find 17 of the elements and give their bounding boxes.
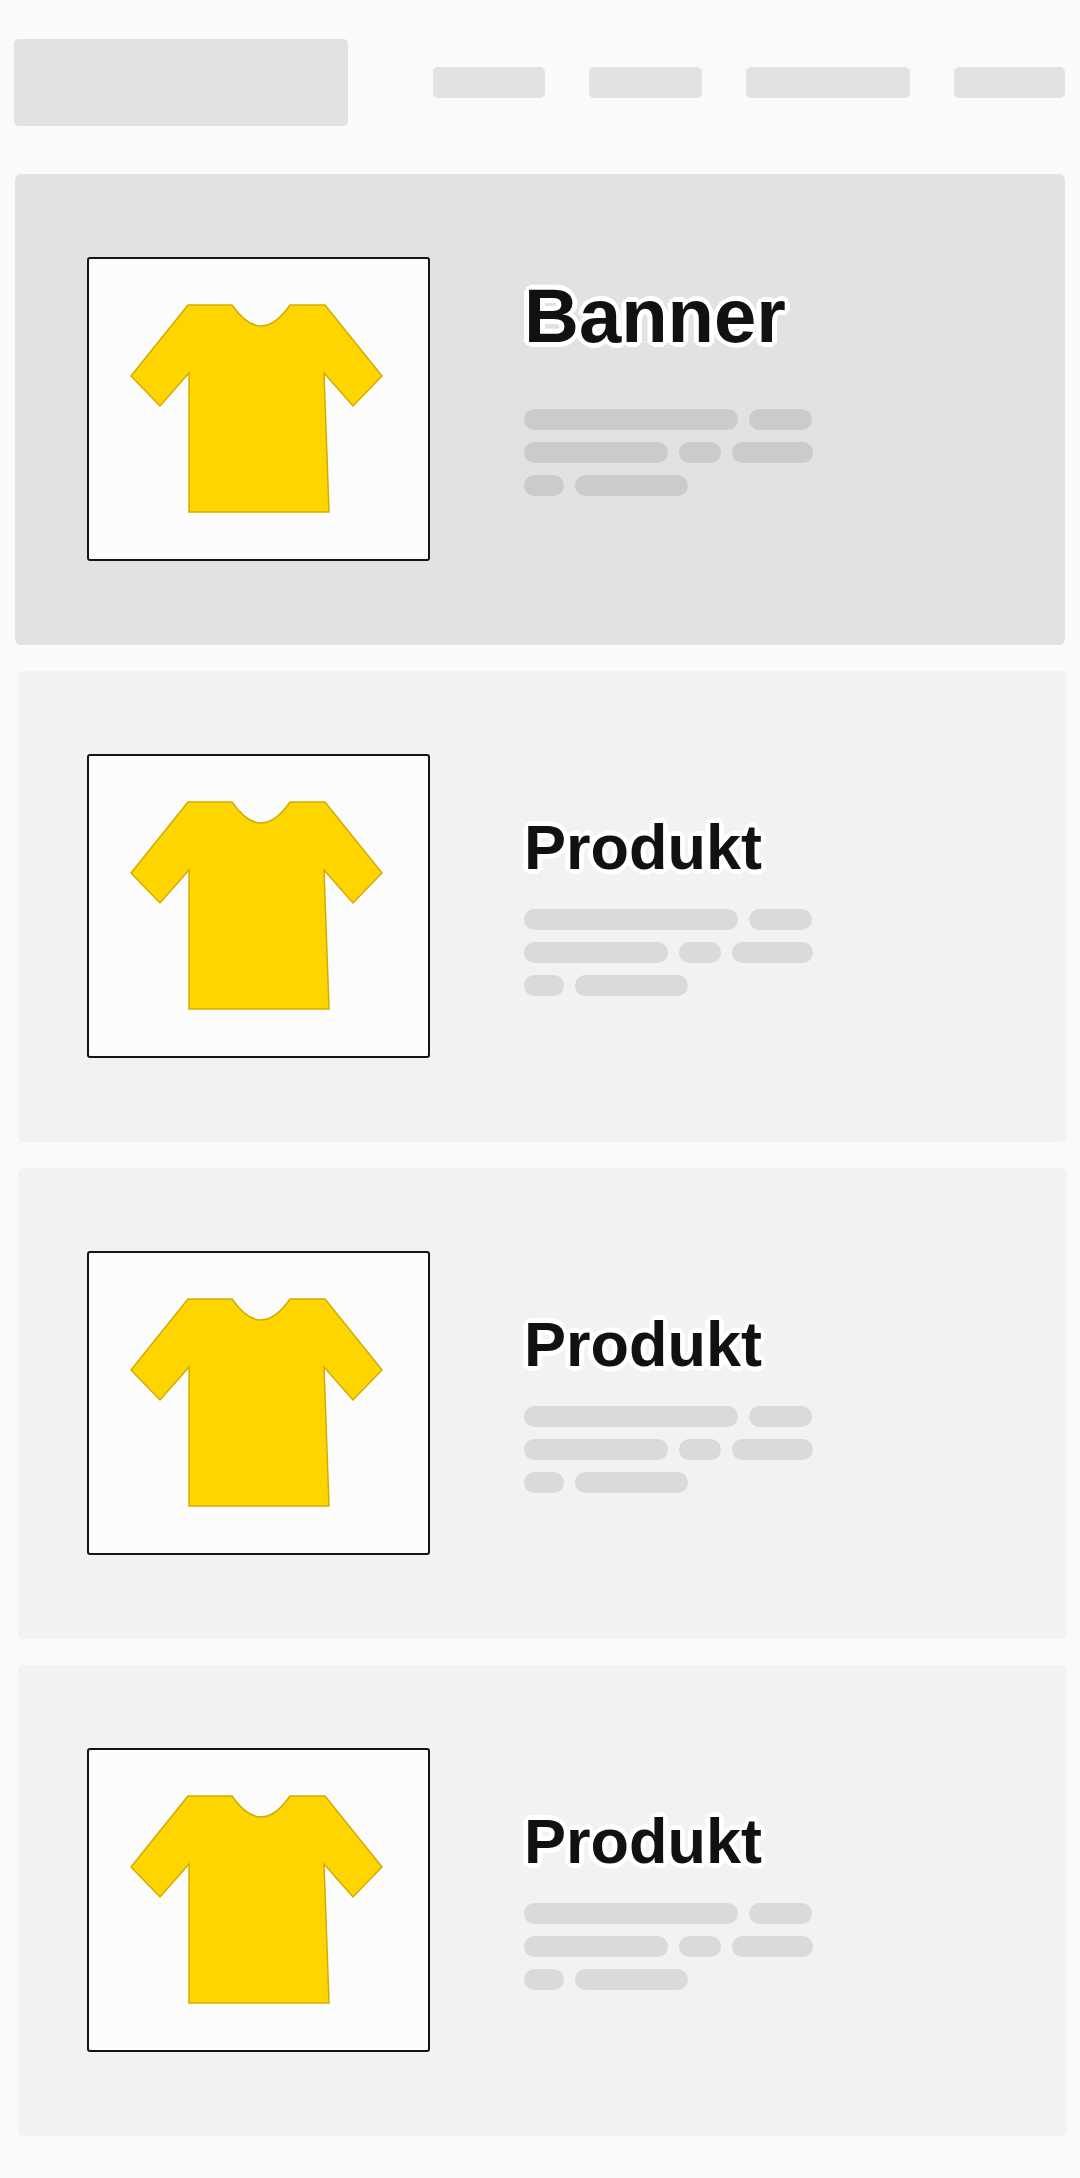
t-shirt-icon [130, 1298, 383, 1508]
product-title: Produkt [524, 816, 762, 879]
banner-title: Banner [524, 278, 786, 354]
text-line-placeholder [679, 1439, 721, 1460]
product-title: Produkt [524, 1810, 762, 1873]
text-line-placeholder [679, 942, 721, 963]
text-line-placeholder [749, 1406, 812, 1427]
text-line-placeholder [524, 1969, 564, 1990]
text-line-placeholder [524, 1472, 564, 1493]
text-line-placeholder [679, 1936, 721, 1957]
t-shirt-icon [130, 304, 383, 514]
t-shirt-icon [130, 801, 383, 1011]
t-shirt-icon [130, 1795, 383, 2005]
text-line-placeholder [749, 1903, 812, 1924]
product-title: Produkt [524, 1313, 762, 1376]
text-line-placeholder [749, 909, 812, 930]
text-line-placeholder [524, 975, 564, 996]
